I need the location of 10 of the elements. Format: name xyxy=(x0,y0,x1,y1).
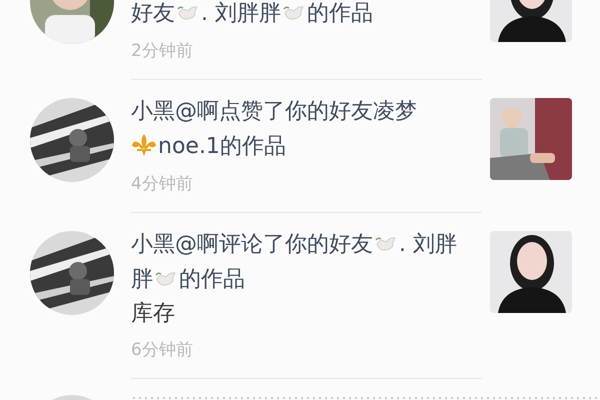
timestamp: 4分钟前 xyxy=(131,173,194,196)
notification-text: 胖 的作品 xyxy=(131,266,246,294)
notification-text: 小黑@啊点赞了你的好友凌梦 xyxy=(131,98,418,126)
fleur-de-lis-icon xyxy=(131,133,157,157)
comment-text: 库存 xyxy=(131,300,176,328)
timestamp: 6分钟前 xyxy=(131,339,194,362)
notification-text: 好友 . 刘胖胖 的作品 xyxy=(131,0,374,28)
notification-text: 小黑@啊评论了你的好友 . 刘胖 xyxy=(131,231,458,259)
timestamp: 2分钟前 xyxy=(131,40,194,63)
notification-text: noe.1的作品 xyxy=(131,129,482,164)
